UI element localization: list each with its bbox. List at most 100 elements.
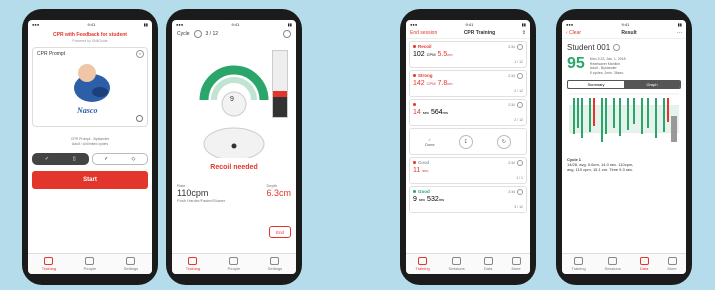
share-icon[interactable]: ⇪ [522, 30, 526, 36]
row-title-text: Good [418, 189, 430, 194]
row-meta-text: 2:34 [508, 74, 515, 78]
tab-sessions[interactable]: Sessions [605, 257, 621, 271]
status-bar: ●●● 9:41 ▮▮ [410, 21, 526, 27]
mode-toggles: ✓ ▯ ✓ ◇ [32, 153, 148, 165]
heart-icon [418, 257, 428, 265]
row-unit: sec [418, 197, 426, 202]
row-unit-2: cm [447, 81, 453, 86]
student-row[interactable]: Recoil 102 CPM 5.5cm 2:34 1 / 12 [409, 41, 527, 68]
cycle-counter: Cycle 3 / 12 [177, 30, 218, 38]
feedback-panel: 9 [176, 42, 292, 160]
tab-people[interactable]: People [228, 257, 240, 271]
info-line: Mon 2:22, Jan. 1, 2018 [589, 57, 626, 61]
gear-icon[interactable] [136, 115, 143, 122]
segment-summary[interactable]: Summary [568, 81, 624, 88]
student-row[interactable]: Strong 142 CPM 7.8cm 2:34 2 / 12 [409, 70, 527, 97]
check-icon: ✓ [104, 156, 109, 162]
compress-icon[interactable]: ↧ [458, 134, 473, 149]
end-button[interactable]: End [269, 226, 291, 238]
student-row[interactable]: Good 9 sec 532ms 2:34 3 / 12 [409, 186, 527, 213]
tab-people[interactable]: People [84, 257, 96, 271]
manikin-card[interactable]: CPR Prompt × Nasco [32, 47, 148, 127]
refresh-icon[interactable]: ↻ [496, 134, 511, 149]
metrics: Rate 110cpm Push Harder/Faster/Slower De… [177, 183, 291, 203]
screen-session: ●●● 9:41 ▮▮ Cycle 3 / 12 9 Recoil needed… [172, 20, 296, 274]
tab-bar: Training People Settings [28, 253, 152, 274]
end-session-link[interactable]: End session [410, 30, 437, 36]
back-link[interactable]: ‹ Clear [566, 30, 581, 36]
status-dot [413, 190, 416, 193]
tab-label: Sessions [448, 266, 465, 271]
start-button[interactable]: Start [32, 171, 148, 189]
depth-value: 6.3cm [266, 188, 291, 198]
row-page: 3 / 12 [514, 205, 523, 209]
tab-training[interactable]: Training [415, 257, 430, 271]
row-value: 11 [413, 167, 421, 174]
tab-training[interactable]: Training [571, 257, 586, 271]
tab-label: Training [571, 266, 586, 271]
row-title-text: Strong [418, 73, 433, 78]
tab-settings[interactable]: Settings [124, 257, 138, 271]
toggle-visual[interactable]: ✓ ◇ [91, 153, 148, 165]
row-meta-text: 2:34 [508, 45, 515, 49]
tab-label: More [667, 266, 677, 271]
more-icon [511, 257, 521, 265]
row-page: 1 / 12 [514, 60, 523, 64]
more-icon[interactable] [517, 160, 523, 166]
status-bar: ●●● 9:41 ▮▮ [32, 21, 148, 27]
student-row[interactable]: Good 11 sec 2:34 1 / 1 [409, 157, 527, 184]
phone-training-list: ●●● 9:41 ▮▮ End session CPR Training ⇪ Rec… [400, 9, 536, 285]
row-value: 102 [413, 51, 425, 58]
pause-icon[interactable] [283, 30, 291, 38]
heart-icon [44, 257, 54, 265]
toggle-audio[interactable]: ✓ ▯ [32, 153, 89, 165]
row-unit: CPM [426, 81, 436, 86]
more-icon[interactable]: ··· [677, 30, 682, 36]
tab-label: Data [639, 266, 649, 271]
student-row[interactable]: 14 sec 564ms 2:34 2 / 12 [409, 99, 527, 126]
tab-settings[interactable]: Settings [268, 257, 282, 271]
done-action[interactable]: ✓ Done [425, 137, 435, 147]
tab-data[interactable]: Data [639, 257, 649, 271]
row-title: Good [413, 160, 523, 165]
back-label: Clear [569, 30, 582, 36]
close-icon[interactable]: × [136, 50, 144, 58]
row-unit-2: cm [447, 52, 453, 57]
screen-setup: ●●● 9:41 ▮▮ CPR with Feedback for student … [28, 20, 152, 274]
tab-training[interactable]: Training [186, 257, 200, 271]
status-dot [413, 45, 416, 48]
tab-training[interactable]: Training [42, 257, 56, 271]
tab-more[interactable]: More [511, 257, 521, 271]
tab-data[interactable]: Data [483, 257, 493, 271]
row-values: 142 CPM 7.8cm [413, 80, 523, 87]
more-icon[interactable] [517, 73, 523, 79]
row-title-text: Recoil [418, 44, 432, 49]
more-icon[interactable] [517, 102, 523, 108]
more-icon[interactable] [517, 189, 523, 195]
more-icon[interactable] [517, 44, 523, 50]
person-icon: ◇ [131, 156, 136, 162]
row-unit: sec [422, 168, 429, 173]
tab-label: Training [41, 266, 57, 271]
tab-label: Settings [267, 266, 283, 271]
row-meta-text: 2:34 [508, 103, 515, 107]
mode-description: CPR Prompt - Bystander Adult / Unlimited… [28, 137, 152, 147]
cycle-line-2: avg. 110 cpm, 15.1 cm. Time 9.3 sec. [567, 167, 634, 172]
people-icon [85, 257, 95, 265]
tab-sessions[interactable]: Sessions [449, 257, 465, 271]
row-page: 2 / 12 [514, 118, 523, 122]
tab-more[interactable]: More [667, 257, 677, 271]
student-name: Student 001 [567, 43, 611, 52]
segment-graph[interactable]: Graph [624, 81, 680, 88]
row-value: 9 [413, 196, 417, 203]
row-meta-text: 2:34 [508, 190, 515, 194]
heart-icon [188, 257, 198, 265]
info-line: 5 cycles, 2min. 36sec. [589, 70, 625, 75]
torso-gauge [199, 65, 269, 158]
screen-result: ●●● 9:41 ▮▮ ‹ Clear Result ··· Student 001… [562, 20, 686, 274]
people-icon [229, 257, 239, 265]
gear-icon [126, 257, 136, 265]
depth-bar [272, 50, 288, 118]
heart-icon [574, 257, 584, 265]
row-unit: sec [422, 110, 429, 115]
